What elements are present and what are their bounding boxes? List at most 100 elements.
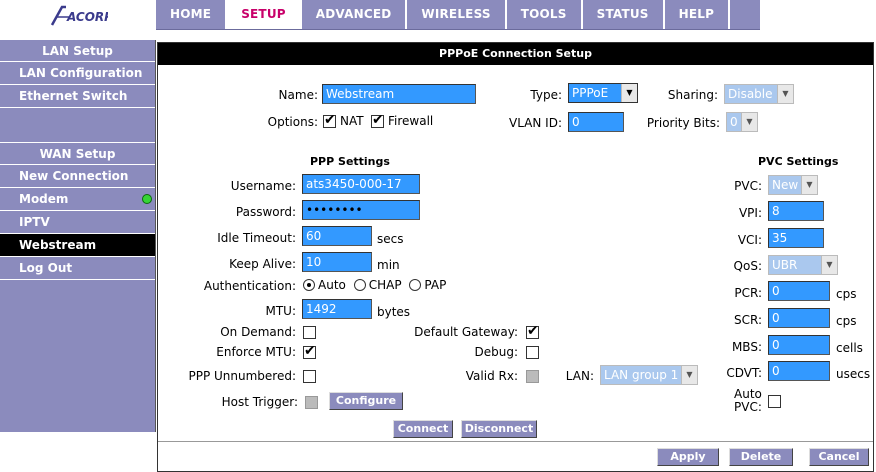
auth-chap-label: CHAP [368,278,402,292]
firewall-checkbox[interactable] [371,112,384,128]
chevron-down-icon: ▼ [621,84,637,102]
ppp-unnumbered-checkbox[interactable] [303,370,316,383]
auth-pap-label: PAP [424,278,447,292]
tab-setup[interactable]: SETUP [227,0,302,29]
sharing-label: Sharing: [667,88,718,102]
auth-chap-radio[interactable] [353,279,366,291]
connection-panel: PPPoE Connection Setup Name: Webstream T… [157,42,874,472]
name-input[interactable]: Webstream [322,84,476,104]
qos-select-value: UBR [772,258,798,272]
cdvt-label: CDVT: [726,366,762,380]
pcr-unit: cps [836,287,857,301]
mtu-unit: bytes [377,305,411,319]
sidebar-item-log-out[interactable]: Log Out [0,257,155,280]
top-nav: HOME SETUP ADVANCED WIRELESS TOOLS STATU… [156,0,760,30]
password-input[interactable]: •••••••• [302,200,420,220]
priority-select-value: 0 [730,115,738,129]
authentication-options: Auto CHAP PAP [303,278,446,292]
type-label: Type: [530,88,562,102]
sidebar-item-webstream[interactable]: Webstream [0,234,155,257]
apply-button[interactable]: Apply [657,448,719,466]
lan-select[interactable]: LAN group 1 ▼ [600,365,698,385]
mbs-unit: cells [836,341,863,355]
chevron-down-icon: ▼ [801,176,817,194]
status-led-icon [142,194,152,204]
vci-input[interactable]: 35 [768,228,824,248]
type-select[interactable]: PPPoE ▼ [568,83,638,103]
enforce-mtu-label: Enforce MTU: [216,345,296,359]
connect-button[interactable]: Connect [393,420,453,438]
chevron-down-icon: ▼ [821,256,837,274]
auth-pap-radio[interactable] [409,279,422,291]
vlan-input[interactable]: 0 [568,112,624,132]
options-label: Options: [267,115,318,129]
sidebar-item-new-connection[interactable]: New Connection [0,165,155,188]
disconnect-button[interactable]: Disconnect [461,420,537,438]
vlan-label: VLAN ID: [509,116,562,130]
tab-help[interactable]: HELP [665,0,731,29]
idle-timeout-unit: secs [377,232,404,246]
valid-rx-checkbox[interactable] [526,370,539,383]
tab-status[interactable]: STATUS [583,0,665,29]
chevron-down-icon: ▼ [777,85,793,103]
auth-auto-radio[interactable] [303,279,315,291]
delete-button[interactable]: Delete [729,448,793,466]
cancel-button[interactable]: Cancel [809,448,869,466]
nav-fill [730,0,760,29]
enforce-mtu-checkbox[interactable] [303,343,316,359]
mtu-input[interactable]: 1492 [302,299,372,319]
panel-title: PPPoE Connection Setup [158,43,873,65]
sharing-select[interactable]: Disable ▼ [724,84,794,104]
qos-select[interactable]: UBR ▼ [768,255,838,275]
configure-button[interactable]: Configure [329,392,403,410]
mtu-label: MTU: [265,304,296,318]
on-demand-checkbox[interactable] [303,326,316,339]
tab-advanced[interactable]: ADVANCED [302,0,408,29]
tab-home[interactable]: HOME [156,0,228,29]
chevron-down-icon: ▼ [681,366,697,384]
username-input[interactable]: ats3450-000-17 [302,174,420,194]
acorp-logo: ACORP [50,5,108,26]
nat-checkbox[interactable] [323,112,336,128]
pvc-select[interactable]: New ▼ [768,175,818,195]
tab-tools[interactable]: TOOLS [507,0,583,29]
password-label: Password: [235,205,296,219]
sidebar-item-lan-configuration[interactable]: LAN Configuration [0,62,155,85]
auto-pvc-checkbox[interactable] [768,395,781,408]
bottom-bar: Apply Delete Cancel [158,441,873,471]
debug-label: Debug: [474,345,518,359]
valid-rx-label: Valid Rx: [465,369,518,383]
priority-select[interactable]: 0 ▼ [726,112,758,132]
debug-checkbox[interactable] [526,346,539,359]
host-trigger-checkbox[interactable] [305,396,318,409]
idle-timeout-input[interactable]: 60 [302,226,372,246]
scr-unit: cps [836,314,857,328]
pcr-input[interactable]: 0 [768,281,830,301]
sidebar-item-ethernet-switch[interactable]: Ethernet Switch [0,85,155,108]
sidebar-item-modem[interactable]: Modem [0,188,155,211]
keep-alive-unit: min [377,258,400,272]
pcr-label: PCR: [734,286,762,300]
default-gateway-checkbox[interactable] [526,323,539,339]
auto-pvc-label-line1: Auto [734,387,762,401]
lan-label: LAN: [565,369,594,383]
scr-input[interactable]: 0 [768,308,830,328]
qos-label: QoS: [733,259,762,273]
logo-area: ACORP [0,0,156,30]
cdvt-input[interactable]: 0 [768,361,830,381]
logo-text: ACORP [66,10,108,24]
keep-alive-input[interactable]: 10 [302,252,372,272]
on-demand-label: On Demand: [220,325,296,339]
tab-wireless[interactable]: WIRELESS [407,0,507,29]
ppp-settings-heading: PPP Settings [310,155,390,168]
mbs-label: MBS: [731,340,762,354]
lan-select-value: LAN group 1 [604,368,679,382]
ppp-unnumbered-label: PPP Unnumbered: [188,369,296,383]
sidebar-item-iptv[interactable]: IPTV [0,211,155,234]
firewall-label: Firewall [388,114,434,128]
idle-timeout-label: Idle Timeout: [217,231,296,245]
cdvt-unit: usecs [836,367,871,381]
sidebar: LAN Setup LAN Configuration Ethernet Swi… [0,40,156,432]
mbs-input[interactable]: 0 [768,335,830,355]
vpi-input[interactable]: 8 [768,201,824,221]
